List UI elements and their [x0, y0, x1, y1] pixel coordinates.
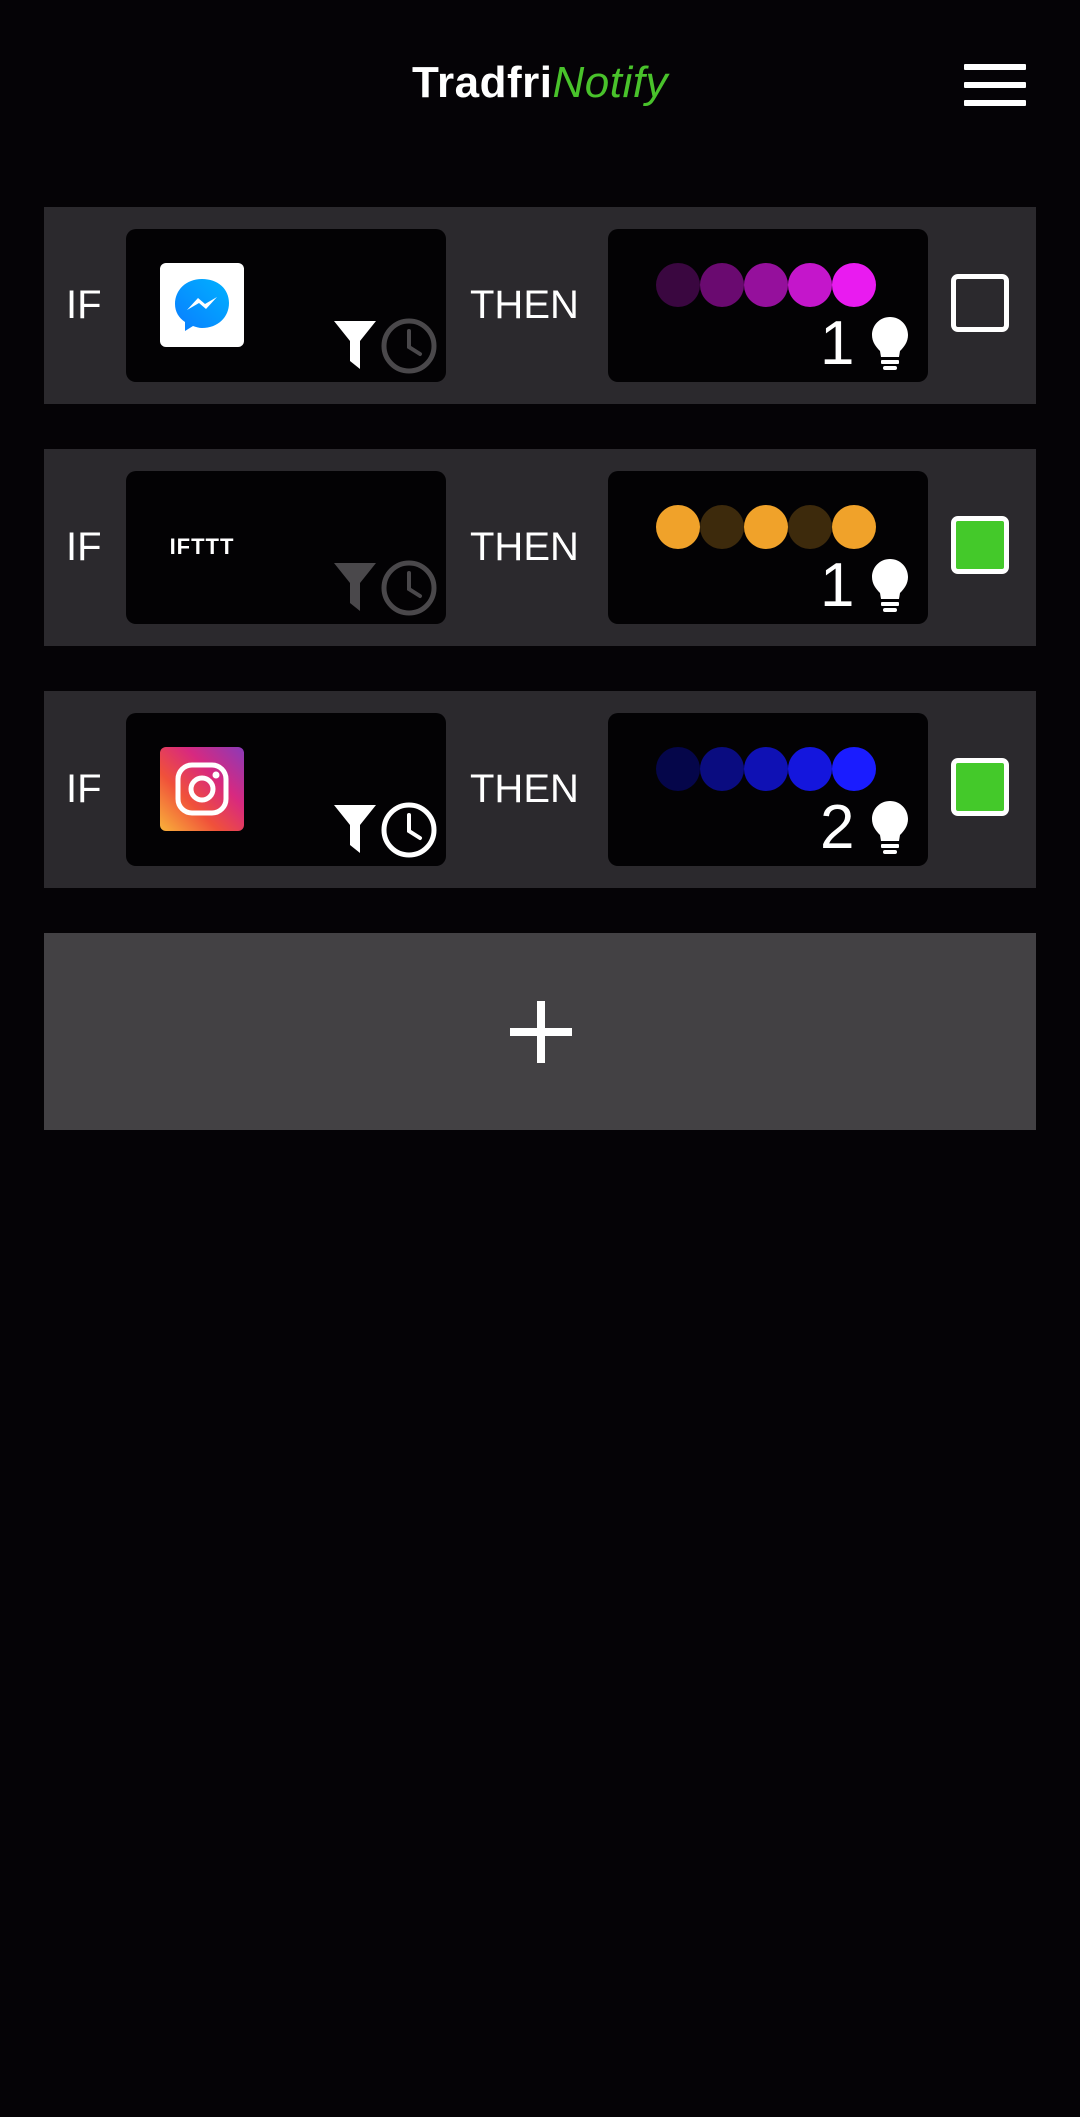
bulb-count: 1: [820, 551, 855, 620]
rule-card: IF THEN 1: [44, 207, 1036, 404]
color-dot: [744, 747, 788, 791]
color-dot: [788, 263, 832, 307]
color-dot: [656, 263, 700, 307]
lightbulb-icon: [872, 801, 908, 854]
color-dot: [700, 747, 744, 791]
color-dot: [744, 263, 788, 307]
then-label: THEN: [470, 525, 579, 569]
rule-enabled-checkbox[interactable]: [951, 274, 1009, 332]
color-dot: [656, 505, 700, 549]
add-rule-button[interactable]: [44, 933, 1036, 1130]
if-label: IF: [66, 525, 102, 569]
color-dot: [744, 505, 788, 549]
color-dot: [788, 505, 832, 549]
instagram-icon: [160, 747, 244, 831]
plus-icon: [510, 1001, 572, 1063]
messenger-icon: [160, 263, 244, 347]
color-dot: [788, 747, 832, 791]
filter-icon[interactable]: [332, 319, 378, 371]
light-action-selector[interactable]: 1: [608, 471, 928, 624]
rule-card: IF THEN 2: [44, 691, 1036, 888]
app-title: TradfriNotify: [0, 58, 1080, 108]
color-dot: [656, 747, 700, 791]
clock-icon[interactable]: [380, 801, 438, 859]
color-dot: [700, 505, 744, 549]
trigger-selector[interactable]: IFTTT: [126, 471, 446, 624]
rule-card: IF IFTTT THEN 1: [44, 449, 1036, 646]
clock-icon[interactable]: [380, 317, 438, 375]
then-label: THEN: [470, 767, 579, 811]
rule-list: IF THEN 1 IF IFTTT THEN 1 IF THEN 2: [44, 207, 1036, 933]
ifttt-icon: IFTTT: [169, 534, 235, 559]
bulb-count: 2: [820, 793, 855, 862]
hamburger-menu-icon[interactable]: [964, 64, 1026, 106]
app-header: TradfriNotify: [0, 0, 1080, 170]
color-dot: [700, 263, 744, 307]
light-action-selector[interactable]: 1: [608, 229, 928, 382]
trigger-selector[interactable]: [126, 229, 446, 382]
bulb-count: 1: [820, 309, 855, 378]
lightbulb-icon: [872, 317, 908, 370]
filter-icon[interactable]: [332, 561, 378, 613]
rule-enabled-checkbox[interactable]: [951, 758, 1009, 816]
trigger-selector[interactable]: [126, 713, 446, 866]
app-title-accent: Notify: [552, 58, 668, 107]
then-label: THEN: [470, 283, 579, 327]
clock-icon[interactable]: [380, 559, 438, 617]
rule-enabled-checkbox[interactable]: [951, 516, 1009, 574]
lightbulb-icon: [872, 559, 908, 612]
filter-icon[interactable]: [332, 803, 378, 855]
color-dot: [832, 263, 876, 307]
app-title-primary: Tradfri: [412, 58, 553, 107]
if-label: IF: [66, 283, 102, 327]
if-label: IF: [66, 767, 102, 811]
light-action-selector[interactable]: 2: [608, 713, 928, 866]
color-dot: [832, 505, 876, 549]
color-dot: [832, 747, 876, 791]
